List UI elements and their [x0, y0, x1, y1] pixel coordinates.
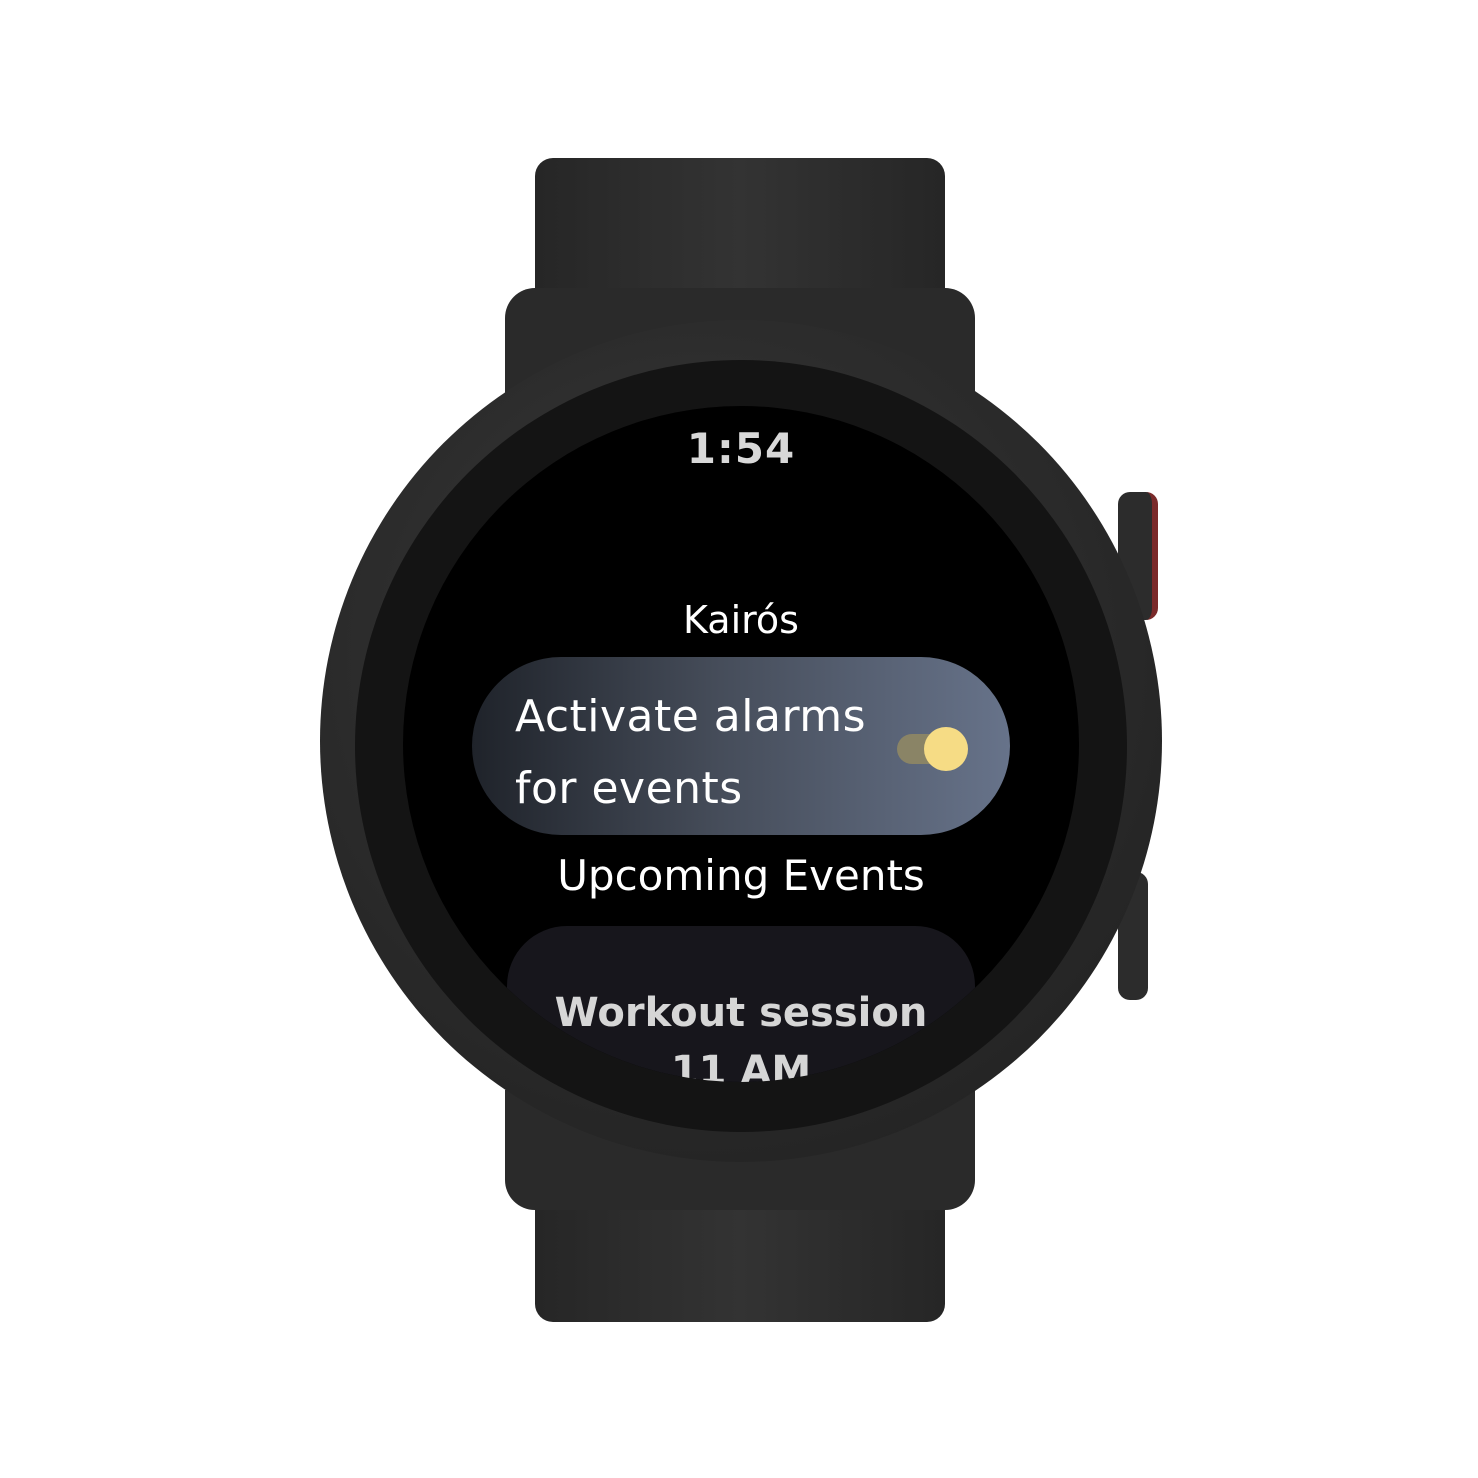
toggle-switch-thumb[interactable]	[924, 727, 968, 771]
event-card[interactable]: Workout session 11 AM	[507, 926, 975, 1082]
event-title: Workout session	[554, 990, 928, 1036]
watch-screen: 1:54 Kairós Activate alarms for events U…	[403, 406, 1079, 1082]
alarm-toggle-chip[interactable]: Activate alarms for events	[472, 657, 1010, 835]
event-time: 11 AM	[670, 1048, 812, 1082]
alarm-toggle-label: Activate alarms for events	[515, 691, 867, 814]
upcoming-events-heading: Upcoming Events	[557, 851, 925, 900]
status-time: 1:54	[686, 424, 796, 473]
app-title: Kairós	[683, 598, 799, 642]
